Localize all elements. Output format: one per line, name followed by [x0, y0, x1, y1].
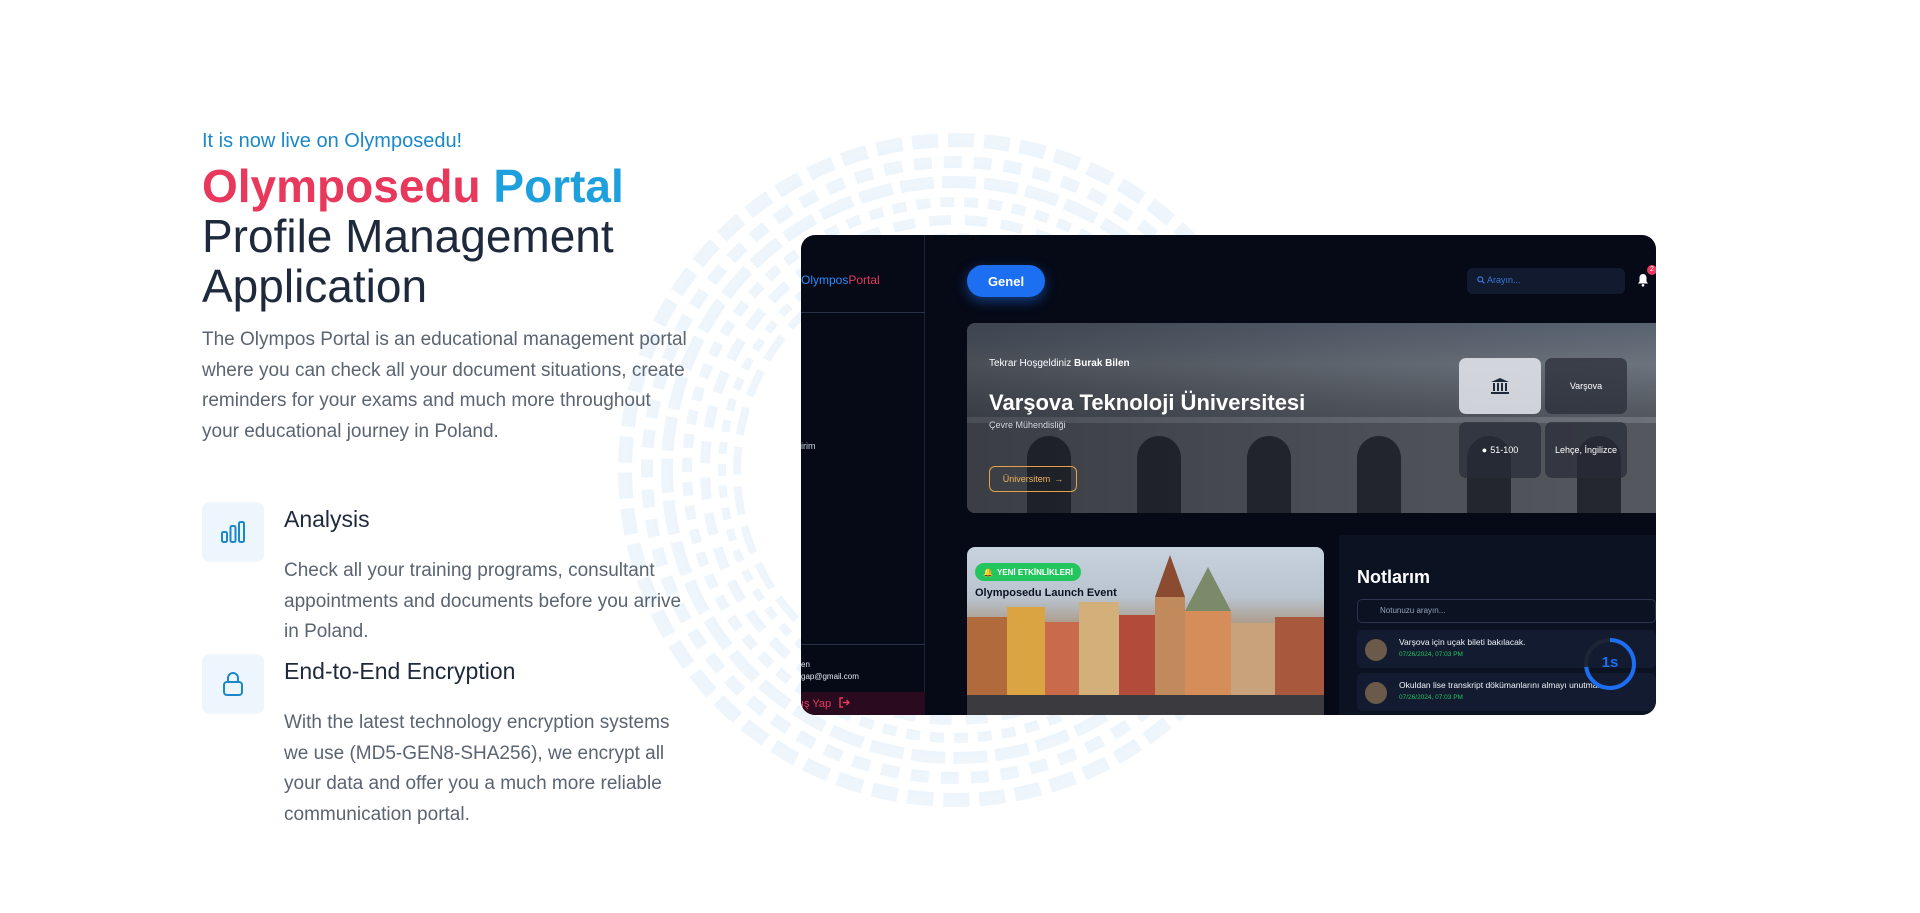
bar-chart-icon [202, 502, 264, 562]
title-part-2: Portal [493, 160, 624, 212]
ranking-value: 51-100 [1490, 445, 1519, 455]
title-line-3: Application [202, 260, 428, 312]
search-placeholder: Arayın... [1487, 275, 1521, 285]
feature-description: Check all your training programs, consul… [284, 560, 682, 642]
note-date: 07/26/2024, 07:03 PM [1399, 694, 1463, 701]
university-hero-card: Tekrar Hoşgeldiniz Burak Bilen Varşova T… [967, 323, 1656, 513]
search-input[interactable]: Arayın... [1467, 268, 1625, 294]
note-text: Okuldan lise transkript dökümanlarını al… [1399, 680, 1600, 690]
event-card[interactable]: 🔔 YENİ ETKİNLİKLERİ Olymposedu Launch Ev… [967, 547, 1324, 715]
sidebar: OlymposPortal irim en gap@gmail.com ış Y… [801, 235, 925, 715]
user-name: en [801, 660, 810, 669]
university-icon [1459, 358, 1541, 414]
logout-icon [834, 697, 851, 710]
feature-title: Analysis [284, 506, 370, 532]
welcome-prefix: Tekrar Hoşgeldiniz [989, 358, 1072, 369]
notes-search-placeholder: Notunuzu arayın... [1380, 606, 1446, 615]
welcome-text: Tekrar Hoşgeldiniz Burak Bilen [989, 358, 1130, 369]
notes-search-input[interactable]: Notunuzu arayın... [1357, 599, 1656, 623]
avatar [1365, 682, 1387, 704]
search-icon [1477, 275, 1487, 285]
user-name: Burak Bilen [1074, 358, 1130, 369]
eyebrow-text: It is now live on Olymposedu! [202, 130, 463, 152]
my-university-label: Üniversitem [1002, 474, 1051, 484]
bell-icon: 🔔 [983, 567, 993, 577]
department-name: Çevre Mühendisliği [989, 420, 1066, 430]
brand-part-1: Olympos [801, 273, 849, 287]
sidebar-item[interactable]: irim [801, 441, 816, 451]
brand-part-2: Portal [848, 273, 880, 287]
hero-text: It is now live on Olymposedu! Olymposedu… [202, 130, 692, 447]
logout-label: ış Yap [801, 698, 832, 710]
ranking-tile: ● 51-100 [1459, 422, 1541, 478]
title-line-2: Profile Management [202, 210, 614, 262]
university-name: Varşova Teknoloji Üniversitesi [989, 390, 1306, 415]
avatar [1365, 639, 1387, 661]
divider [801, 644, 925, 645]
tab-genel[interactable]: Genel [967, 265, 1045, 297]
note-date: 07/26/2024, 07:03 PM [1399, 651, 1463, 658]
my-university-button[interactable]: Üniversitem → [989, 466, 1077, 492]
notes-title: Notlarım [1357, 567, 1431, 587]
city-tile: Varşova [1545, 358, 1627, 414]
badge-label: YENİ ETKİNLİKLERİ [996, 567, 1073, 577]
title-part-1: Olymposedu [202, 160, 481, 212]
loading-timer: 1s [1581, 635, 1639, 693]
sidebar-user: en gap@gmail.com [801, 659, 859, 683]
user-email: gap@gmail.com [801, 672, 859, 681]
brand-logo: OlymposPortal [801, 273, 880, 287]
feature-title: End-to-End Encryption [284, 658, 516, 684]
divider [801, 312, 925, 313]
notification-badge: 2 [1647, 265, 1656, 275]
app-screenshot: OlymposPortal irim en gap@gmail.com ış Y… [801, 235, 1656, 715]
languages-tile: Lehçe, İngilizce [1545, 422, 1627, 478]
bell-icon[interactable] [1637, 273, 1649, 287]
logout-button[interactable]: ış Yap [801, 692, 925, 715]
note-text: Varşova için uçak bileti bakılacak. [1399, 637, 1526, 647]
lock-icon [202, 654, 264, 714]
feature-description: With the latest technology encryption sy… [284, 712, 670, 825]
event-title: Olymposedu Launch Event [975, 587, 1117, 599]
globe-icon: ● [1481, 445, 1488, 455]
intro-paragraph: The Olympos Portal is an educational man… [202, 329, 687, 442]
new-events-badge: 🔔 YENİ ETKİNLİKLERİ [975, 563, 1081, 581]
timer-value: 1s [1601, 654, 1619, 671]
arrow-right-icon: → [1054, 474, 1064, 484]
page-title: Olymposedu Portal [202, 161, 692, 211]
